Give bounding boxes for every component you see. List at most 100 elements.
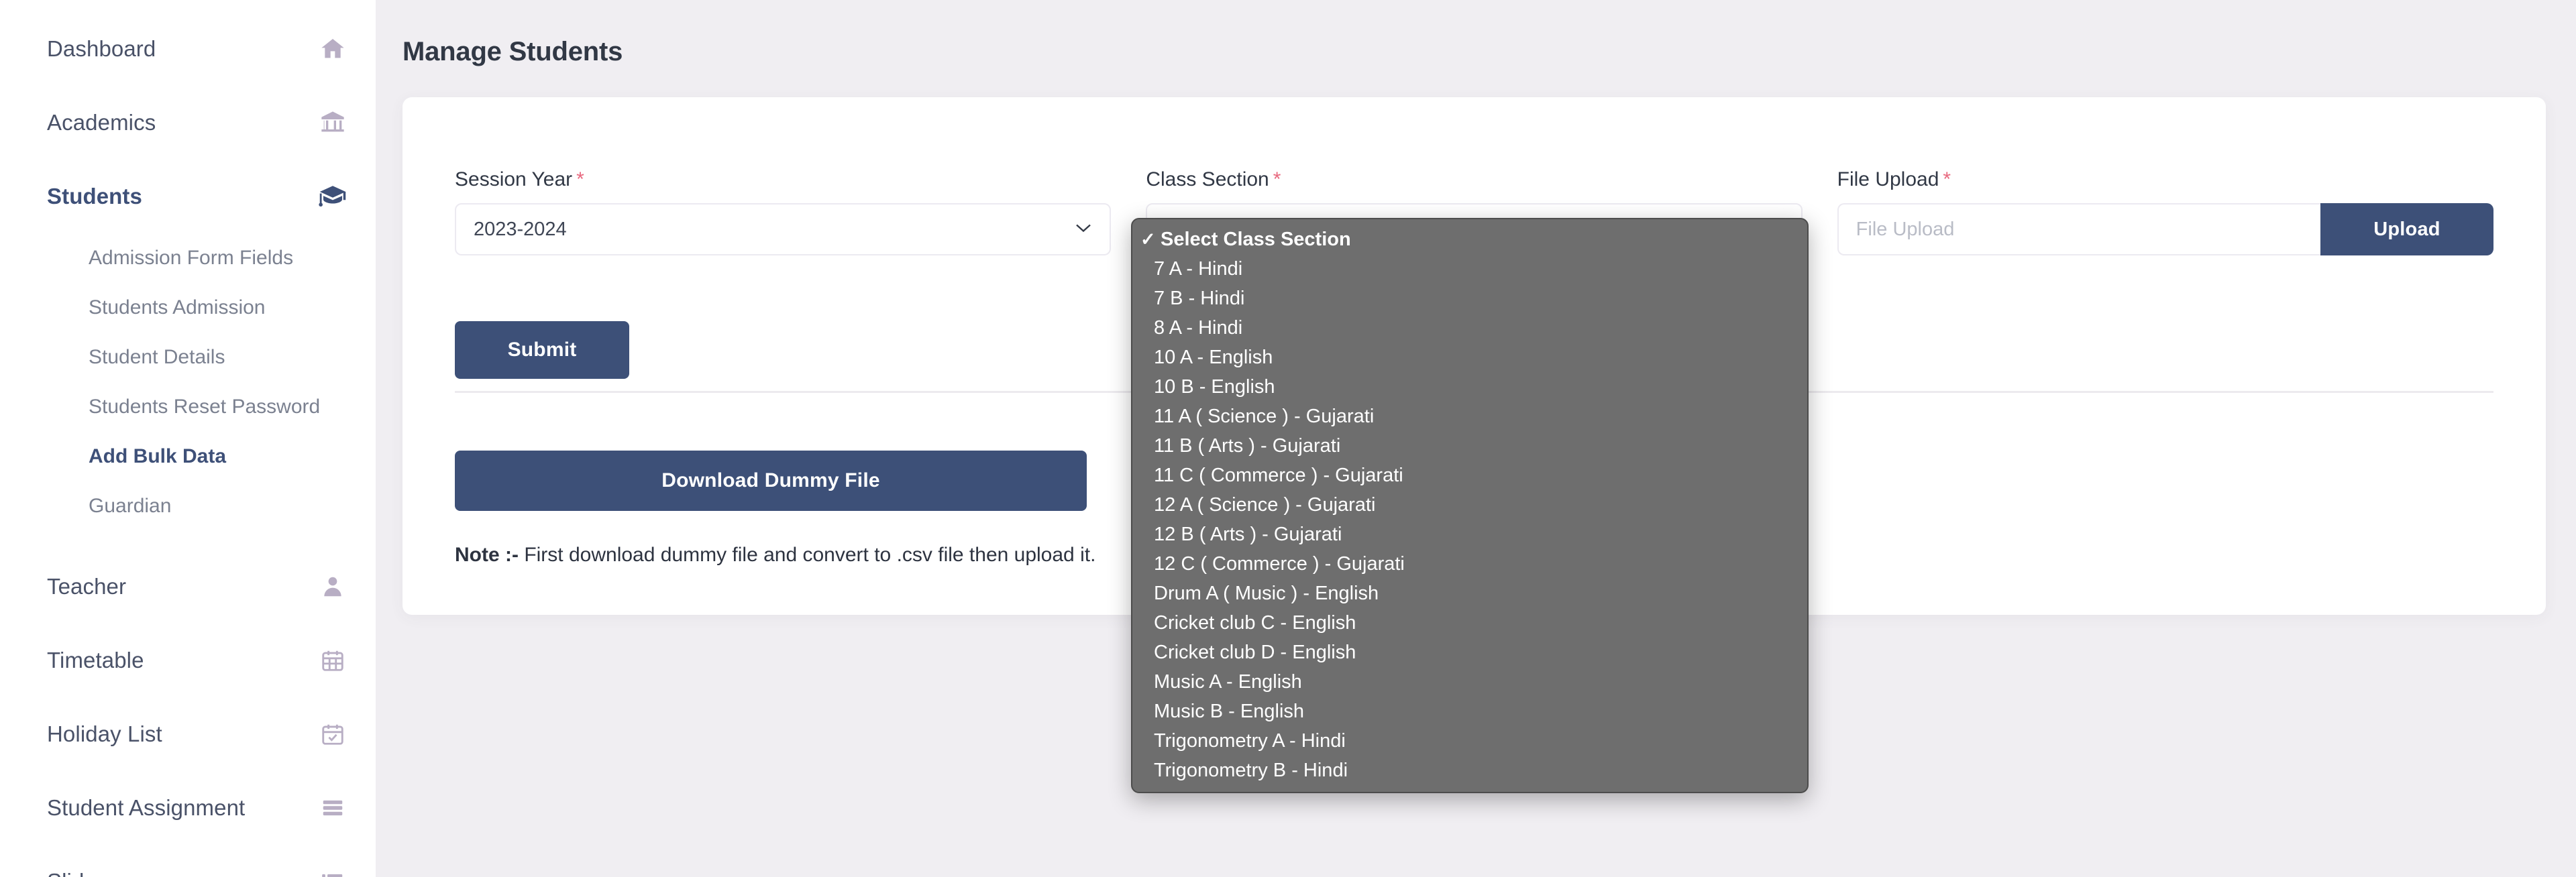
submenu-label: Guardian	[89, 495, 172, 517]
dropdown-option[interactable]: 12 B ( Arts ) - Gujarati	[1132, 520, 1807, 549]
required-asterisk: *	[1273, 168, 1281, 190]
sidebar-item-guardian[interactable]: Guardian	[0, 481, 376, 531]
class-section-label-text: Class Section	[1146, 168, 1269, 190]
dropdown-option[interactable]: 7 A - Hindi	[1132, 254, 1807, 284]
dropdown-option-label: Trigonometry B - Hindi	[1154, 759, 1348, 781]
dropdown-option-label: Cricket club D - English	[1154, 641, 1356, 663]
sidebar-item-timetable[interactable]: Timetable	[0, 624, 376, 697]
sidebar-item-label: Timetable	[47, 648, 144, 673]
sidebar-item-label: Teacher	[47, 574, 127, 599]
dropdown-option-label: 11 A ( Science ) - Gujarati	[1154, 405, 1375, 427]
sidebar-item-teacher[interactable]: Teacher	[0, 550, 376, 624]
sidebar-item-dashboard[interactable]: Dashboard	[0, 12, 376, 86]
session-year-value: 2023-2024	[474, 218, 567, 240]
list-rows-icon	[318, 793, 347, 823]
list-icon	[318, 867, 347, 877]
sidebar-item-students[interactable]: Students	[0, 160, 376, 233]
dropdown-option[interactable]: 12 C ( Commerce ) - Gujarati	[1132, 549, 1807, 579]
dropdown-option-label: Music B - English	[1154, 700, 1305, 722]
dropdown-option[interactable]: 8 A - Hindi	[1132, 313, 1807, 343]
dropdown-option-label: 10 A - English	[1154, 346, 1273, 368]
sidebar-item-label: Academics	[47, 110, 156, 135]
dropdown-option-label: Music A - English	[1154, 670, 1302, 693]
file-upload-input[interactable]: File Upload	[1837, 203, 2320, 255]
dropdown-option-label: Drum A ( Music ) - English	[1154, 582, 1379, 604]
dropdown-option-label: 12 B ( Arts ) - Gujarati	[1154, 523, 1342, 545]
sidebar-item-academics[interactable]: Academics	[0, 86, 376, 160]
dropdown-option-label: Cricket club C - English	[1154, 611, 1356, 634]
required-asterisk: *	[576, 168, 584, 190]
chevron-down-icon	[1075, 223, 1092, 237]
sidebar-item-label: Dashboard	[47, 36, 156, 61]
sidebar-item-admission-form-fields[interactable]: Admission Form Fields	[0, 233, 376, 283]
class-section-label: Class Section *	[1146, 168, 1802, 191]
dropdown-option[interactable]: 11 C ( Commerce ) - Gujarati	[1132, 461, 1807, 490]
sidebar-item-add-bulk-data[interactable]: Add Bulk Data	[0, 432, 376, 481]
download-dummy-file-button[interactable]: Download Dummy File	[455, 451, 1087, 511]
user-icon	[318, 572, 347, 601]
sidebar-item-students-admission[interactable]: Students Admission	[0, 283, 376, 333]
home-icon	[318, 34, 347, 64]
dropdown-option-label: 11 B ( Arts ) - Gujarati	[1154, 434, 1341, 457]
dropdown-option[interactable]: Trigonometry B - Hindi	[1132, 756, 1807, 785]
session-year-select[interactable]: 2023-2024	[455, 203, 1112, 255]
note-text: Note :- First download dummy file and co…	[455, 544, 1095, 567]
students-submenu: Admission Form Fields Students Admission…	[0, 233, 376, 531]
dropdown-option[interactable]: 7 B - Hindi	[1132, 284, 1807, 313]
dropdown-option-label: 7 A - Hindi	[1154, 257, 1243, 280]
dropdown-option[interactable]: ✓ Select Class Section	[1132, 225, 1807, 254]
session-year-label-text: Session Year	[455, 168, 573, 190]
submenu-label: Admission Form Fields	[89, 247, 294, 269]
dropdown-option[interactable]: Cricket club C - English	[1132, 608, 1807, 638]
sidebar-item-holiday-list[interactable]: Holiday List	[0, 697, 376, 771]
submenu-label: Students Admission	[89, 296, 266, 318]
file-upload-field: File Upload * File Upload Upload	[1837, 168, 2493, 255]
sidebar-item-label: Students	[47, 184, 142, 209]
note-body: First download dummy file and convert to…	[518, 544, 1096, 566]
class-section-dropdown[interactable]: ✓ Select Class Section 7 A - Hindi 7 B - …	[1131, 218, 1809, 793]
dropdown-option[interactable]: 10 B - English	[1132, 372, 1807, 402]
required-asterisk: *	[1943, 168, 1951, 190]
dropdown-option[interactable]: 12 A ( Science ) - Gujarati	[1132, 490, 1807, 520]
session-year-field: Session Year * 2023-2024	[455, 168, 1112, 255]
dropdown-option-label: Trigonometry A - Hindi	[1154, 729, 1346, 752]
dropdown-option[interactable]: Trigonometry A - Hindi	[1132, 726, 1807, 756]
submenu-label: Students Reset Password	[89, 396, 321, 418]
dropdown-option-label: 10 B - English	[1154, 375, 1275, 398]
session-year-label: Session Year *	[455, 168, 1111, 191]
sidebar-item-student-details[interactable]: Student Details	[0, 333, 376, 382]
calendar-check-icon	[318, 719, 347, 749]
submenu-label: Add Bulk Data	[89, 445, 227, 467]
sidebar: Dashboard Academics Students Admission F…	[0, 0, 376, 877]
file-upload-label: File Upload *	[1837, 168, 2493, 191]
sidebar-item-student-assignment[interactable]: Student Assignment	[0, 771, 376, 845]
upload-button[interactable]: Upload	[2320, 203, 2493, 255]
sidebar-item-label: Student Assignment	[47, 795, 246, 820]
dropdown-option-label: 12 A ( Science ) - Gujarati	[1154, 493, 1376, 516]
dropdown-option[interactable]: Cricket club D - English	[1132, 638, 1807, 667]
dropdown-option[interactable]: Music A - English	[1132, 667, 1807, 697]
dropdown-option[interactable]: 10 A - English	[1132, 343, 1807, 372]
dropdown-option-label: 12 C ( Commerce ) - Gujarati	[1154, 552, 1405, 575]
note-prefix: Note :-	[455, 544, 519, 566]
dropdown-option-label: 11 C ( Commerce ) - Gujarati	[1154, 464, 1403, 486]
dropdown-option[interactable]: Music B - English	[1132, 697, 1807, 726]
submenu-label: Student Details	[89, 346, 225, 368]
file-upload-row: File Upload Upload	[1837, 203, 2493, 255]
main-content: Manage Students Session Year * 2023-2024 …	[376, 0, 2576, 877]
dropdown-option-label: Select Class Section	[1161, 228, 1351, 250]
sidebar-item-slider[interactable]: Slider	[0, 845, 376, 877]
submit-button[interactable]: Submit	[455, 321, 629, 379]
dropdown-option-label: 8 A - Hindi	[1154, 316, 1243, 339]
sidebar-item-label: Slider	[47, 869, 104, 877]
bank-icon	[318, 108, 347, 137]
sidebar-item-students-reset-password[interactable]: Students Reset Password	[0, 382, 376, 432]
check-icon: ✓	[1140, 229, 1156, 249]
page-title: Manage Students	[402, 37, 623, 66]
dropdown-option[interactable]: 11 B ( Arts ) - Gujarati	[1132, 431, 1807, 461]
sidebar-item-label: Holiday List	[47, 721, 162, 746]
graduation-cap-icon	[318, 182, 347, 211]
dropdown-option[interactable]: Drum A ( Music ) - English	[1132, 579, 1807, 608]
dropdown-option[interactable]: 11 A ( Science ) - Gujarati	[1132, 402, 1807, 431]
calendar-grid-icon	[318, 646, 347, 675]
